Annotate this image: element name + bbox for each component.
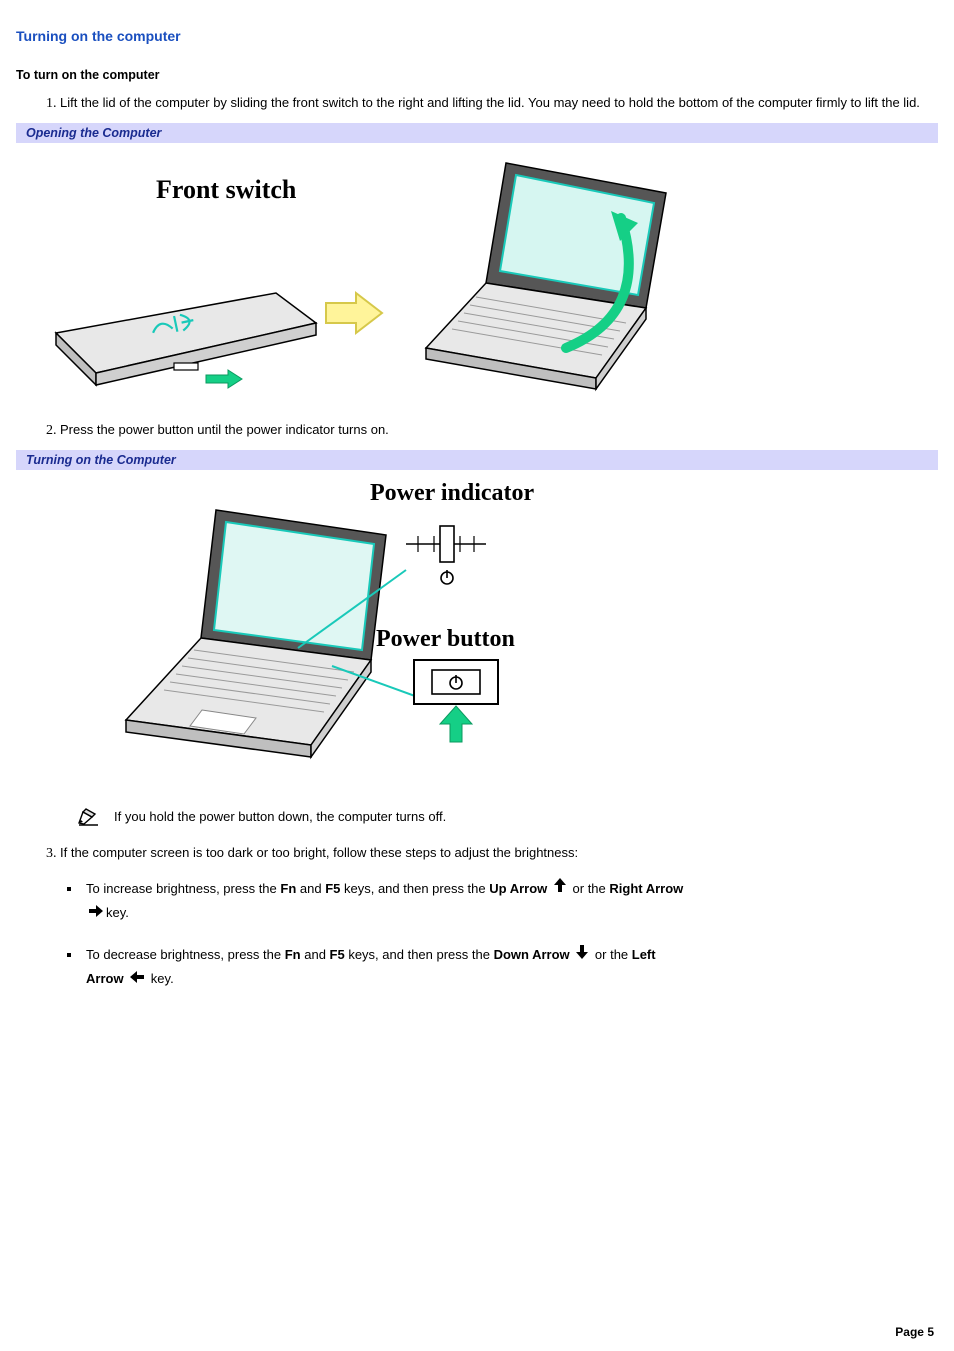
figure2-caption: Turning on the Computer (16, 450, 938, 470)
power-indicator-label: Power indicator (370, 480, 535, 506)
note-text: If you hold the power button down, the c… (114, 809, 446, 824)
opening-computer-illustration: Front switch (16, 143, 696, 403)
figure2: Power indicator Power button (16, 470, 938, 790)
page-footer: Page 5 (895, 1325, 934, 1339)
bullet-decrease: To decrease brightness, press the Fn and… (82, 943, 938, 992)
up-arrow-icon (553, 877, 567, 900)
step-2: Press the power button until the power i… (60, 421, 938, 440)
down-arrow-icon (575, 944, 589, 967)
front-switch-label: Front switch (156, 175, 297, 204)
turning-on-illustration: Power indicator Power button (16, 470, 656, 790)
step-3-text: If the computer screen is too dark or to… (60, 844, 938, 863)
step-1-text: Lift the lid of the computer by sliding … (60, 94, 938, 113)
bullet-increase: To increase brightness, press the Fn and… (82, 877, 938, 926)
sub-heading: To turn on the computer (16, 68, 938, 82)
step-1: Lift the lid of the computer by sliding … (60, 94, 938, 113)
step-2-text: Press the power button until the power i… (60, 421, 938, 440)
note-pencil-icon (78, 808, 100, 826)
step-3: If the computer screen is too dark or to… (60, 844, 938, 863)
section-title: Turning on the computer (16, 28, 938, 44)
note-row: If you hold the power button down, the c… (78, 808, 938, 826)
left-arrow-icon (129, 968, 145, 991)
power-button-label: Power button (376, 626, 515, 652)
figure1-caption: Opening the Computer (16, 123, 938, 143)
figure1: Front switch (16, 143, 938, 403)
right-arrow-icon (88, 902, 104, 925)
